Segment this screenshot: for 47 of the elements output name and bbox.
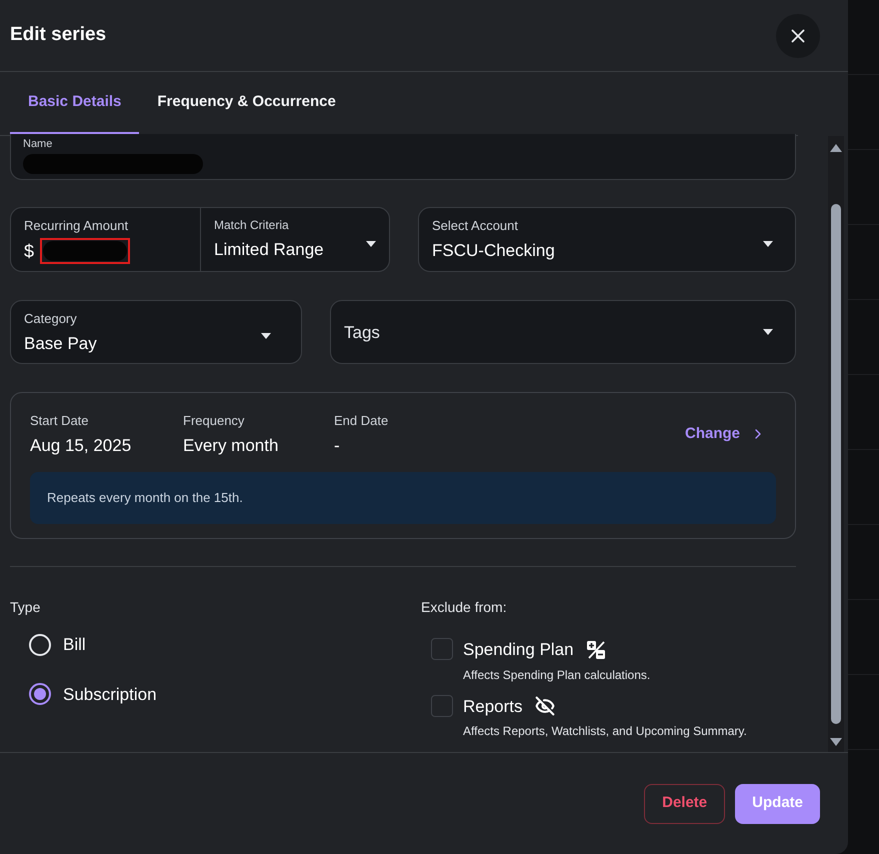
- field-placeholder: Tags: [344, 322, 380, 344]
- currency-symbol: $: [24, 240, 34, 262]
- close-button[interactable]: [776, 14, 820, 58]
- caret-icon: [763, 240, 773, 246]
- schedule-label: Frequency: [183, 412, 246, 430]
- checkbox-label: Reports: [463, 696, 523, 718]
- field-label: Recurring Amount: [24, 217, 130, 235]
- caret-icon: [763, 329, 773, 335]
- dialog-title: Edit series: [10, 23, 106, 48]
- checkbox[interactable]: [431, 694, 453, 716]
- field-value: Limited Range: [214, 239, 324, 261]
- tab[interactable]: Frequency & Occurrence: [139, 73, 354, 135]
- match-criteria-select[interactable]: Match Criteria Limited Range: [201, 208, 389, 271]
- scroll-up-icon: [830, 144, 842, 152]
- checkbox-description: Affects Reports, Watchlists, and Upcoming Summary.: [463, 723, 747, 740]
- schedule-value: Aug 15, 2025: [30, 434, 132, 456]
- scrollbar[interactable]: [828, 136, 844, 752]
- schedule-label: End Date: [334, 412, 390, 430]
- schedule-value: -: [334, 434, 341, 456]
- caret-icon: [261, 333, 271, 339]
- schedule-label: Start Date: [30, 412, 90, 430]
- caret-icon: [366, 240, 376, 246]
- tags-select[interactable]: Tags: [330, 300, 796, 364]
- radio-option[interactable]: Subscription: [29, 682, 421, 707]
- eye-off-icon: [534, 696, 555, 716]
- field-value: FSCU-Checking: [432, 240, 555, 262]
- section-label: Type: [10, 598, 42, 617]
- schedule-value: Every month: [183, 434, 280, 456]
- delete-button[interactable]: Delete: [644, 784, 726, 824]
- field-label: Select Account: [432, 217, 519, 235]
- radio-option[interactable]: Bill: [29, 632, 421, 658]
- checkbox[interactable]: [431, 638, 453, 660]
- section-label: Exclude from:: [421, 598, 508, 617]
- field-label: Match Criteria: [214, 217, 290, 234]
- category-select[interactable]: Category Base Pay: [10, 300, 302, 364]
- field-label: Name: [23, 139, 54, 150]
- schedule-summary: Repeats every month on the 15th.: [30, 472, 776, 524]
- name-field[interactable]: Name: [10, 134, 796, 180]
- field-value: Base Pay: [24, 332, 97, 354]
- plus-minus-icon: [586, 640, 606, 660]
- scroll-down-icon: [830, 738, 842, 746]
- checkbox-description: Affects Spending Plan calculations.: [463, 666, 650, 684]
- field-label: Category: [24, 310, 78, 328]
- radio-button[interactable]: [29, 683, 51, 706]
- account-select[interactable]: Select Account FSCU-Checking: [418, 207, 796, 272]
- checkbox-label: Spending Plan: [463, 639, 574, 661]
- change-link[interactable]: Change: [684, 423, 766, 446]
